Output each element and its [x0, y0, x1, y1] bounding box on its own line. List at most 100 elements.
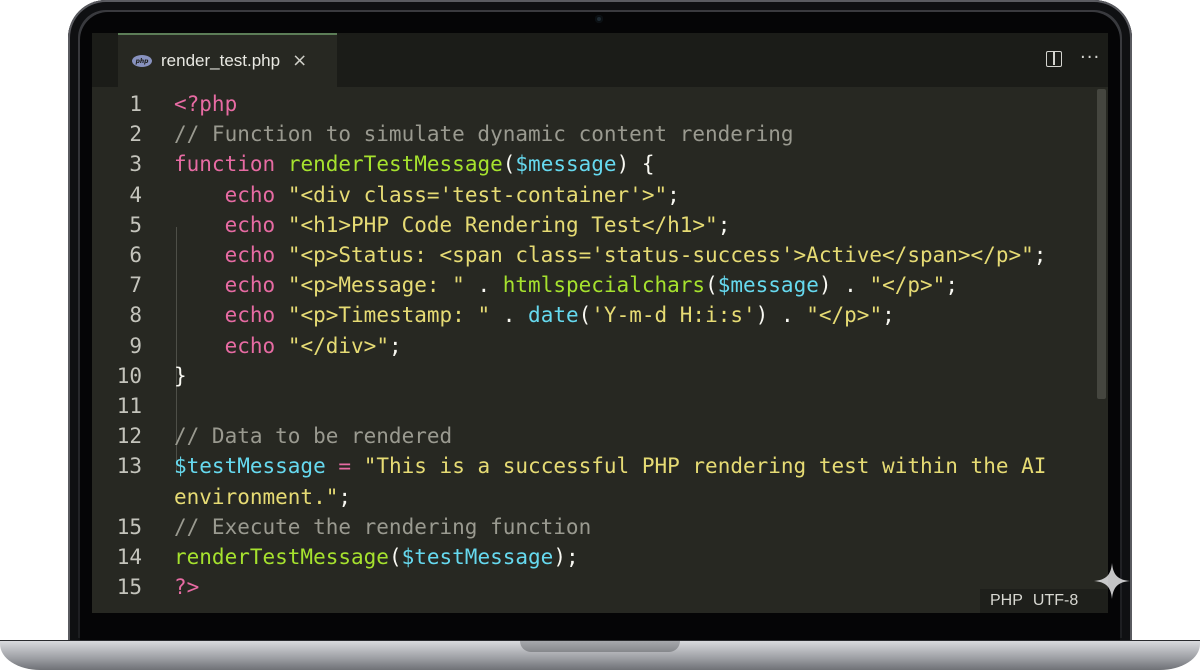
- line-number: 11: [116, 394, 142, 418]
- code-token: "This is a successful PHP rendering test…: [363, 454, 1047, 479]
- split-editor-icon[interactable]: [1046, 51, 1062, 67]
- code-token: ;: [388, 333, 402, 358]
- tab-render-test-php[interactable]: php render_test.php ×: [118, 33, 337, 87]
- line-number: 5: [129, 212, 142, 237]
- vertical-scrollbar[interactable]: [1097, 89, 1106, 399]
- code-token: environment.": [174, 484, 339, 509]
- line-number: 2: [129, 122, 142, 147]
- code-line[interactable]: 8 echo "<p>Timestamp: " . date('Y-m-d H:…: [92, 300, 1092, 330]
- code-token: $testMessage: [401, 545, 554, 569]
- line-number: 14: [116, 545, 142, 569]
- code-text: }: [174, 361, 187, 391]
- code-line[interactable]: 15 ?>: [92, 572, 1092, 602]
- code-text: $testMessage = "This is a successful PHP…: [174, 451, 1046, 481]
- code-token: <?php: [174, 92, 238, 116]
- code-line[interactable]: 12 // Data to be rendered: [92, 421, 1092, 451]
- language-mode[interactable]: PHP: [990, 592, 1023, 610]
- code-token: function: [174, 152, 276, 177]
- code-token: renderTestMessage: [287, 152, 503, 177]
- code-token: $testMessage: [174, 454, 326, 479]
- tab-label: render_test.php: [161, 51, 281, 70]
- close-icon[interactable]: ×: [292, 52, 307, 70]
- code-line[interactable]: 1 <?php: [92, 89, 1092, 119]
- line-number: 15: [116, 575, 142, 600]
- code-token: }: [174, 363, 187, 388]
- code-token: echo: [224, 303, 276, 328]
- code-text: echo "<div class='test-container'>";: [174, 180, 680, 210]
- code-token: "<p>Message: ": [287, 273, 465, 298]
- code-token: "<p>Timestamp: ": [287, 303, 491, 328]
- code-token: "</div>": [287, 333, 389, 358]
- code-line[interactable]: 11: [92, 391, 1092, 421]
- code-token: (: [388, 545, 402, 569]
- code-text: echo "<p>Timestamp: " . date('Y-m-d H:i:…: [174, 300, 895, 330]
- code-token: $message: [515, 152, 617, 177]
- line-number: 6: [129, 243, 142, 267]
- code-line[interactable]: 13 $testMessage = "This is a successful P…: [92, 451, 1092, 481]
- code-token: "</p>": [869, 273, 946, 298]
- code-text: echo "</div>";: [174, 331, 402, 361]
- php-file-icon: php: [132, 55, 152, 67]
- code-line[interactable]: 3 function renderTestMessage($message) {: [92, 149, 1092, 179]
- code-text: environment.";: [174, 482, 351, 512]
- code-text: function renderTestMessage($message) {: [174, 149, 655, 179]
- code-token: echo: [224, 273, 276, 298]
- line-number: 13: [116, 454, 142, 479]
- code-token: echo: [224, 182, 276, 207]
- code-token: echo: [224, 333, 276, 358]
- code-editor[interactable]: 1 <?php 2 // Function to simulate dynamic c…: [92, 87, 1092, 613]
- line-number: 15: [116, 514, 142, 539]
- code-token: (: [578, 303, 592, 328]
- code-line[interactable]: 15 // Execute the rendering function: [92, 512, 1092, 542]
- code-text: echo "<h1>PHP Code Rendering Test</h1>";: [174, 210, 731, 240]
- code-token: ?>: [174, 575, 200, 600]
- code-token: ) .: [818, 273, 870, 298]
- code-token: renderTestMessage: [174, 545, 389, 569]
- code-token: "<p>Status: <span class='status-success'…: [287, 243, 1034, 267]
- more-actions-icon[interactable]: ···: [1080, 47, 1100, 68]
- code-line[interactable]: 2 // Function to simulate dynamic content…: [92, 119, 1092, 149]
- code-text: <?php: [174, 89, 237, 119]
- code-line[interactable]: 10}: [92, 361, 1092, 391]
- code-text: // Data to be rendered: [174, 421, 452, 451]
- code-token: .: [464, 273, 503, 298]
- sparkle-icon: [1094, 563, 1130, 599]
- line-number: 4: [129, 182, 142, 207]
- editor-window: php render_test.php × ··· 1 <?php 2 // Func…: [92, 33, 1108, 613]
- line-number: 8: [129, 303, 142, 328]
- code-token: ) .: [755, 303, 807, 328]
- code-line[interactable]: 14 renderTestMessage($testMessage);: [92, 542, 1092, 572]
- code-line[interactable]: 5 echo "<h1>PHP Code Rendering Test</h1>…: [92, 210, 1092, 240]
- code-token: );: [553, 545, 579, 569]
- code-token: // Execute the rendering function: [174, 514, 592, 539]
- code-line[interactable]: 6 echo "<p>Status: <span class='status-s…: [92, 240, 1092, 270]
- code-line[interactable]: environment.";: [92, 482, 1092, 512]
- code-token: $message: [717, 273, 819, 298]
- line-number: 9: [129, 333, 142, 358]
- code-token: "<div class='test-container'>": [287, 182, 668, 207]
- code-token: echo: [224, 243, 276, 267]
- code-text: // Function to simulate dynamic content …: [174, 119, 794, 149]
- encoding-indicator[interactable]: UTF-8: [1033, 592, 1078, 610]
- code-token: ;: [717, 212, 731, 237]
- code-token: (: [502, 152, 516, 177]
- code-token: .: [490, 303, 529, 328]
- code-token: ;: [945, 273, 958, 298]
- line-number: 7: [129, 273, 142, 298]
- code-line[interactable]: 9 echo "</div>";: [92, 331, 1092, 361]
- code-text: echo "<p>Status: <span class='status-suc…: [174, 240, 1047, 270]
- code-line[interactable]: 7 echo "<p>Message: " . htmlspecialchars…: [92, 270, 1092, 300]
- line-number: 1: [129, 92, 142, 116]
- code-line[interactable]: 4 echo "<div class='test-container'>";: [92, 180, 1092, 210]
- code-token: // Data to be rendered: [174, 424, 453, 449]
